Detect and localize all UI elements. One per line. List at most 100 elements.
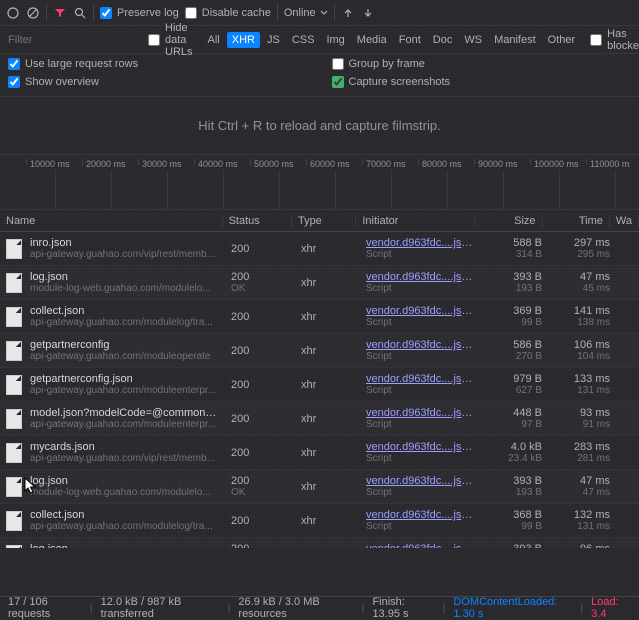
initiator-link[interactable]: vendor.d963fdc....js:9... [366, 509, 474, 521]
filter-type-doc[interactable]: Doc [428, 32, 458, 48]
filter-type-xhr[interactable]: XHR [227, 32, 260, 48]
request-name: getpartnerconfig.json [30, 373, 216, 385]
time-latency: 138 ms [554, 317, 610, 328]
table-row[interactable]: model.json?modelCode=@common_pageapi-gat… [0, 402, 639, 436]
table-row[interactable]: log.jsonmodule-log-web.guahao.com/module… [0, 538, 639, 548]
time-latency: 131 ms [554, 521, 610, 532]
large-rows-checkbox[interactable]: Use large request rows [8, 58, 320, 70]
has-blocked-label: Has blocked [607, 28, 639, 52]
capture-screenshots-checkbox[interactable]: Capture screenshots [332, 76, 632, 88]
initiator-link[interactable]: vendor.d963fdc....js:9... [366, 373, 474, 385]
table-header: Name Status Type Initiator Size Time Wa [0, 210, 639, 232]
request-type: xhr [295, 345, 360, 357]
request-domain: api-gateway.guahao.com/moduleenterpr... [30, 419, 219, 430]
initiator-link[interactable]: vendor.d963fdc....js:9... [366, 475, 474, 487]
table-row[interactable]: inro.jsonapi-gateway.guahao.com/vip/rest… [0, 232, 639, 266]
table-row[interactable]: getpartnerconfig.jsonapi-gateway.guahao.… [0, 368, 639, 402]
file-icon [6, 511, 22, 531]
preserve-log-label: Preserve log [117, 7, 179, 19]
initiator-link[interactable]: vendor.d963fdc....js:9... [366, 305, 474, 317]
clear-button[interactable] [26, 6, 40, 20]
group-by-frame-checkbox[interactable]: Group by frame [332, 58, 632, 70]
filter-type-css[interactable]: CSS [287, 32, 320, 48]
col-size[interactable]: Size [475, 215, 542, 227]
request-type: xhr [295, 515, 360, 527]
size-resource: 99 B [486, 317, 542, 328]
table-row[interactable]: collect.jsonapi-gateway.guahao.com/modul… [0, 504, 639, 538]
initiator-type: Script [366, 487, 474, 498]
filter-type-media[interactable]: Media [352, 32, 392, 48]
size-transferred: 4.0 kB [486, 441, 542, 453]
timeline-tick: 60000 ms [306, 159, 350, 165]
initiator-type: Script [366, 249, 474, 260]
has-blocked-checkbox[interactable]: Has blocked [590, 28, 639, 52]
size-resource: 193 B [486, 487, 542, 498]
time-total: 93 ms [554, 407, 610, 419]
status-code: 200 [231, 345, 289, 357]
initiator-link[interactable]: vendor.d963fdc....js:9... [366, 271, 474, 283]
record-button[interactable] [6, 6, 20, 20]
chevron-down-icon [320, 9, 328, 17]
request-name: log.json [30, 271, 211, 283]
request-domain: api-gateway.guahao.com/modulelog/tra... [30, 521, 213, 532]
throttling-select[interactable]: Online [284, 7, 328, 19]
hide-data-urls-checkbox[interactable]: Hide data URLs [148, 22, 193, 58]
request-domain: module-log-web.guahao.com/modulelo... [30, 487, 211, 498]
upload-har-button[interactable] [341, 6, 355, 20]
request-type: xhr [295, 413, 360, 425]
preserve-log-checkbox[interactable]: Preserve log [100, 7, 179, 19]
filter-type-ws[interactable]: WS [459, 32, 487, 48]
col-status[interactable]: Status [223, 215, 292, 227]
search-icon[interactable] [73, 6, 87, 20]
filter-type-all[interactable]: All [203, 32, 225, 48]
file-icon [6, 443, 22, 463]
divider [334, 5, 335, 21]
request-type: xhr [295, 277, 360, 289]
filter-type-font[interactable]: Font [394, 32, 426, 48]
initiator-type: Script [366, 283, 474, 294]
table-row[interactable]: mycards.jsonapi-gateway.guahao.com/vip/r… [0, 436, 639, 470]
request-domain: api-gateway.guahao.com/moduleenterpr... [30, 385, 216, 396]
timeline-tick: 110000 m [586, 159, 629, 165]
timeline-overview[interactable]: 10000 ms20000 ms30000 ms40000 ms50000 ms… [0, 155, 639, 210]
status-dcl: DOMContentLoaded: 1.30 s [453, 596, 572, 620]
status-resources: 26.9 kB / 3.0 MB resources [238, 596, 353, 620]
request-type: xhr [295, 311, 360, 323]
size-resource: 193 B [486, 283, 542, 294]
col-name[interactable]: Name [0, 215, 223, 227]
filter-type-img[interactable]: Img [321, 32, 349, 48]
status-code: 200 [231, 311, 289, 323]
download-har-button[interactable] [361, 6, 375, 20]
initiator-link[interactable]: vendor.d963fdc....js:9... [366, 543, 474, 548]
show-overview-checkbox[interactable]: Show overview [8, 76, 320, 88]
time-total: 283 ms [554, 441, 610, 453]
file-icon [6, 273, 22, 293]
timeline-tick: 70000 ms [362, 159, 406, 165]
filter-icon[interactable] [53, 6, 67, 20]
col-type[interactable]: Type [292, 215, 356, 227]
time-total: 106 ms [554, 339, 610, 351]
disable-cache-checkbox[interactable]: Disable cache [185, 7, 271, 19]
table-row[interactable]: getpartnerconfigapi-gateway.guahao.com/m… [0, 334, 639, 368]
initiator-link[interactable]: vendor.d963fdc....js:9... [366, 339, 474, 351]
filter-type-manifest[interactable]: Manifest [489, 32, 541, 48]
initiator-link[interactable]: vendor.d963fdc....js:9... [366, 441, 474, 453]
col-waterfall[interactable]: Wa [610, 215, 639, 227]
filter-type-js[interactable]: JS [262, 32, 285, 48]
time-total: 297 ms [554, 237, 610, 249]
status-requests: 17 / 106 requests [8, 596, 82, 620]
initiator-link[interactable]: vendor.d963fdc....js:9... [366, 237, 474, 249]
size-transferred: 393 B [486, 271, 542, 283]
initiator-link[interactable]: vendor.d963fdc....js:9... [366, 407, 474, 419]
request-name: log.json [30, 543, 211, 548]
status-load: Load: 3.4 [591, 596, 631, 620]
col-initiator[interactable]: Initiator [356, 215, 475, 227]
filter-input[interactable] [8, 34, 138, 46]
filter-type-other[interactable]: Other [543, 32, 581, 48]
col-time[interactable]: Time [543, 215, 610, 227]
size-resource: 314 B [486, 249, 542, 260]
table-row[interactable]: log.jsonmodule-log-web.guahao.com/module… [0, 470, 639, 504]
table-row[interactable]: collect.jsonapi-gateway.guahao.com/modul… [0, 300, 639, 334]
table-row[interactable]: log.jsonmodule-log-web.guahao.com/module… [0, 266, 639, 300]
divider [46, 5, 47, 21]
